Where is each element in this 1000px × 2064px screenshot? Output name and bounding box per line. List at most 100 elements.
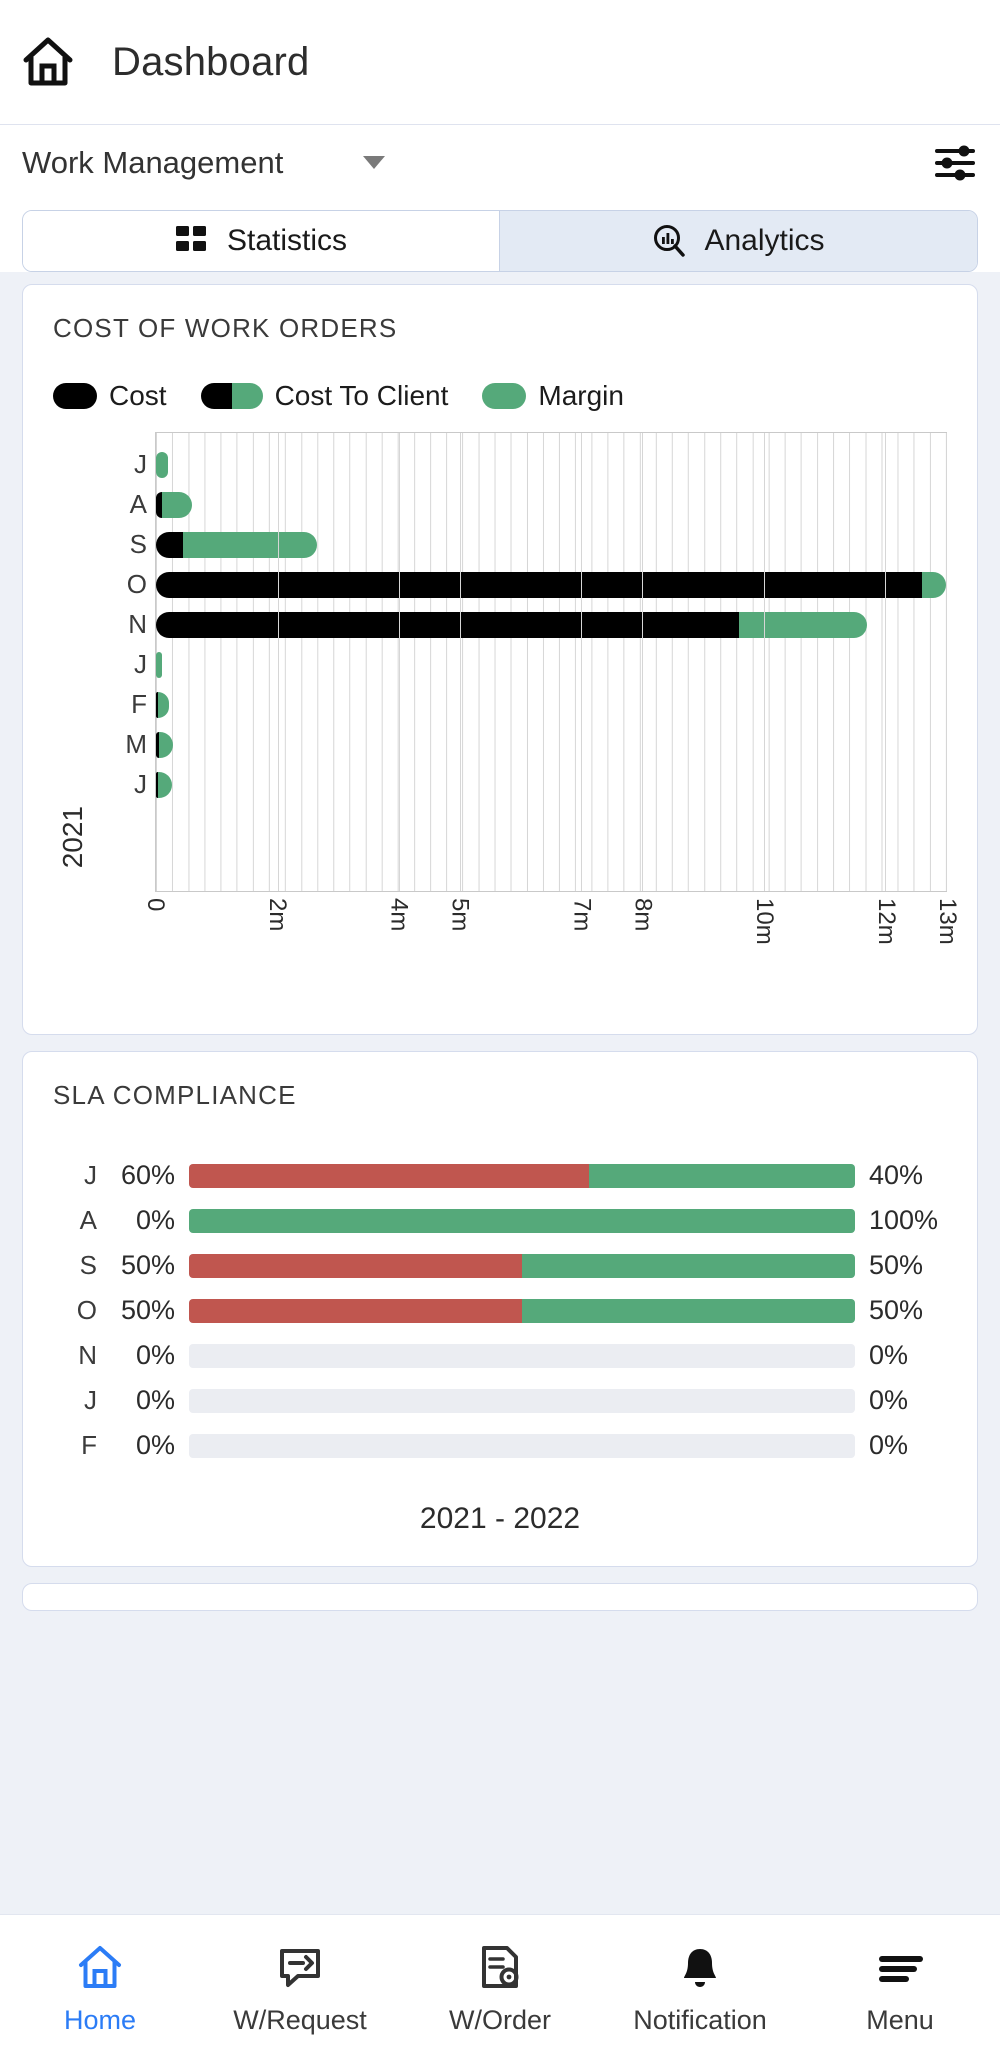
dashboard-tabs: Statistics Analytics: [22, 210, 978, 272]
work-management-dropdown[interactable]: Work Management: [22, 145, 386, 181]
sla-card-title: SLA COMPLIANCE: [53, 1080, 297, 1110]
cost-chart-xtick-label: 13m: [934, 898, 961, 945]
cost-chart-xaxis: 0 2m 4m 5m 7m 8m 10m 12m 13m: [142, 892, 961, 1012]
cost-chart-bar-row[interactable]: [156, 645, 946, 685]
cost-chart-category-label: J: [134, 449, 147, 479]
tab-analytics[interactable]: Analytics: [500, 211, 977, 271]
cost-chart-bar-row[interactable]: [156, 485, 946, 525]
sla-month-label: O: [76, 1295, 97, 1325]
cost-chart-bar-row[interactable]: [156, 605, 946, 645]
cost-chart-xtick-label: 5m: [446, 898, 474, 932]
cost-chart-bar-margin: [156, 452, 169, 478]
sla-progress-track: [189, 1343, 855, 1368]
sla-row[interactable]: J 0% 0%: [53, 1378, 947, 1423]
filter-row: Work Management: [0, 125, 1000, 200]
cost-chart-bar-row[interactable]: [156, 685, 946, 725]
next-card-peek: [22, 1583, 978, 1611]
cost-chart-bar-row[interactable]: [156, 565, 946, 605]
cost-chart-gridline: [581, 433, 583, 891]
cost-chart-bar-cost: [156, 612, 740, 638]
sla-progress-track: [189, 1208, 855, 1233]
cost-chart-bar-row[interactable]: [156, 765, 946, 805]
nav-label-menu: Menu: [866, 2005, 934, 2035]
nav-item-notification[interactable]: Notification: [600, 1943, 800, 2036]
tab-statistics[interactable]: Statistics: [23, 211, 500, 271]
sla-row[interactable]: F 0% 0%: [53, 1423, 947, 1468]
cost-chart-category-label: J: [134, 649, 147, 679]
legend-item-margin[interactable]: Margin: [482, 380, 624, 412]
home-icon: [22, 36, 74, 88]
cost-chart-bar-row[interactable]: [156, 525, 946, 565]
sla-bar-noncompliant: [189, 1253, 522, 1278]
sla-month-label: J: [84, 1160, 97, 1190]
sla-month-label: A: [79, 1205, 97, 1235]
sla-right-percent: 50%: [869, 1295, 924, 1325]
sla-bar-compliant: [189, 1208, 855, 1233]
cost-chart-bar-cost: [156, 572, 922, 598]
sla-rows: J 60% 40% A 0% 100% S 50% 50% O 50% 50% N 0% 0% J 0% 0% F 0…: [53, 1153, 947, 1468]
bottom-navigation: Home W/Request W/Order Notification Menu: [0, 1914, 1000, 2064]
sla-row[interactable]: N 0% 0%: [53, 1333, 947, 1378]
cost-chart-gridline: [885, 433, 887, 891]
cost-chart-bars: [156, 445, 946, 805]
nav-item-menu[interactable]: Menu: [800, 1943, 1000, 2036]
cost-chart-plot-area: [155, 432, 947, 892]
sla-left-percent: 60%: [120, 1160, 175, 1190]
sla-right-percent: 0%: [869, 1385, 909, 1415]
tab-statistics-label: Statistics: [226, 224, 348, 257]
legend-item-cost-to-client[interactable]: Cost To Client: [200, 380, 448, 412]
cost-chart-bar-margin: [921, 572, 946, 598]
sla-bar-compliant: [522, 1298, 855, 1323]
cost-chart-category-label: N: [128, 609, 147, 639]
grid-squares-icon: [175, 224, 209, 258]
sla-progress-track: [189, 1298, 855, 1323]
sla-month-label: F: [81, 1430, 97, 1460]
sla-right-percent: 40%: [869, 1160, 924, 1190]
nav-item-w-order[interactable]: W/Order: [400, 1943, 600, 2036]
page-title: Dashboard: [112, 39, 310, 84]
cost-chart-bar-margin: [162, 492, 193, 518]
cost-chart-bar-margin: [183, 532, 318, 558]
sla-row[interactable]: J 60% 40%: [53, 1153, 947, 1198]
cost-chart-legend: Cost Cost To Client Margin: [53, 380, 947, 412]
cost-chart-xtick-label: 10m: [751, 898, 779, 945]
nav-label-w-request: W/Request: [233, 2005, 367, 2035]
sla-row[interactable]: S 50% 50%: [53, 1243, 947, 1288]
cost-card-title: COST OF WORK ORDERS: [53, 313, 398, 343]
legend-item-cost[interactable]: Cost: [53, 380, 167, 412]
cost-chart-category-label: J: [134, 769, 147, 799]
cost-chart-year-label: 2021: [57, 805, 88, 868]
cost-chart-gridline: [399, 433, 401, 891]
cost-chart-xtick-label: 12m: [873, 898, 901, 945]
sla-progress-track: [189, 1388, 855, 1413]
nav-label-notification: Notification: [633, 2005, 767, 2035]
nav-item-home[interactable]: Home: [0, 1943, 200, 2036]
sla-range-label: 2021 - 2022: [419, 1502, 581, 1535]
sla-right-percent: 50%: [869, 1250, 924, 1280]
magnifier-bar-chart-icon: [652, 224, 686, 258]
sla-left-percent: 0%: [135, 1205, 175, 1235]
cost-bar-chart: 2021 JASONJFMJ: [53, 432, 947, 892]
cost-chart-bar-row[interactable]: [156, 725, 946, 765]
app-screen: Dashboard Work Management Statistics Ana…: [0, 0, 1000, 2064]
sliders-settings-icon[interactable]: [934, 142, 976, 184]
document-gear-icon: [476, 1943, 524, 1991]
legend-swatch-margin: [482, 383, 527, 409]
cost-of-work-orders-card: COST OF WORK ORDERS Cost Cost To Client …: [22, 284, 978, 1035]
chat-request-icon: [276, 1943, 324, 1991]
sla-row[interactable]: O 50% 50%: [53, 1288, 947, 1333]
cost-chart-bar-margin: [739, 612, 867, 638]
cost-chart-category-labels: JASONJFMJ: [93, 432, 155, 892]
cost-chart-gridline: [459, 433, 461, 891]
sla-bar-compliant: [588, 1163, 855, 1188]
sla-compliance-card: SLA COMPLIANCE J 60% 40% A 0% 100% S 50% 50% O 50%…: [22, 1051, 978, 1567]
cost-chart-xtick-label: 4m: [385, 898, 413, 932]
cost-chart-bar-row[interactable]: [156, 445, 946, 485]
chevron-down-icon: [363, 156, 386, 169]
nav-item-w-request[interactable]: W/Request: [200, 1943, 400, 2036]
cost-chart-category-label: O: [126, 569, 147, 599]
cost-chart-bar-margin: [156, 652, 163, 678]
cost-chart-bar-margin: [158, 772, 173, 798]
sla-right-percent: 0%: [869, 1340, 909, 1370]
sla-row[interactable]: A 0% 100%: [53, 1198, 947, 1243]
